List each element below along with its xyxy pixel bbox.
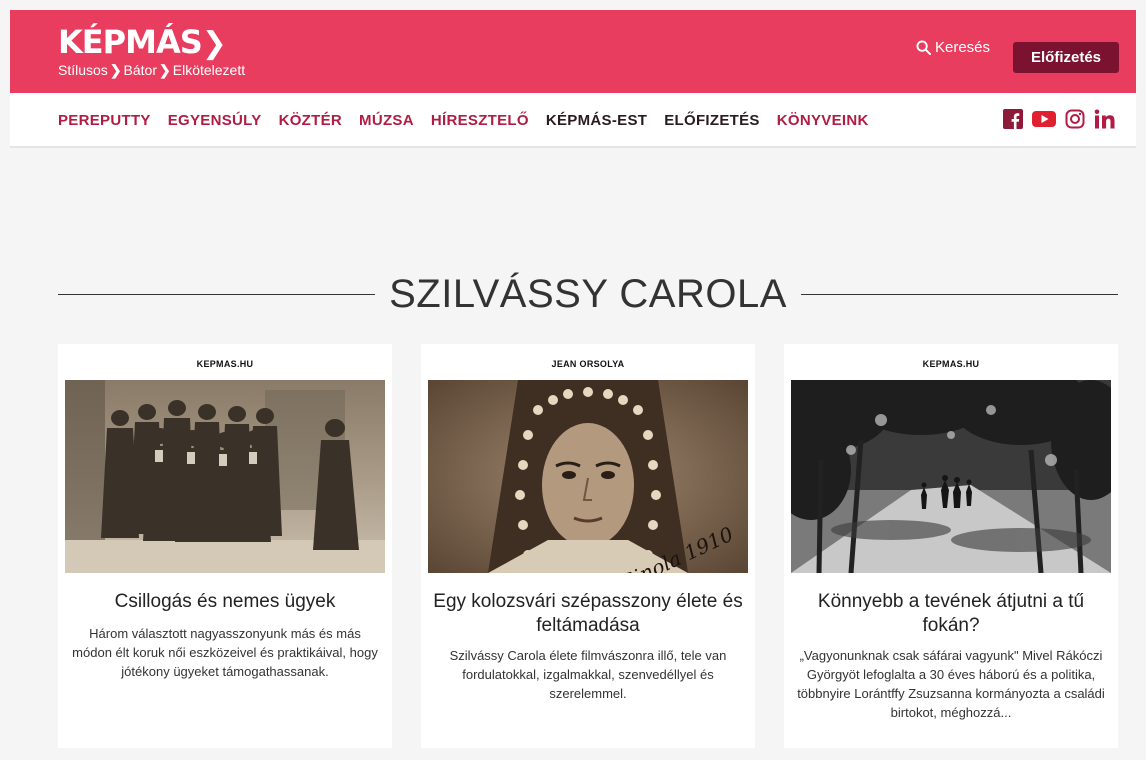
nav-item-kozter[interactable]: KÖZTÉR <box>279 112 342 129</box>
card-source: JEAN ORSOLYA <box>551 359 625 369</box>
site-logo[interactable]: KÉPMÁS❯ <box>58 25 227 61</box>
card-excerpt: Szilvássy Carola élete filmvászonra illő… <box>449 648 727 701</box>
main-navigation: PEREPUTTY EGYENSÚLY KÖZTÉR MÚZSA HÍRESZT… <box>10 93 1136 148</box>
nav-item-kepmas-est[interactable]: KÉPMÁS-EST <box>546 112 647 129</box>
card-title[interactable]: Egy kolozsvári szépasszony élete és felt… <box>433 590 743 638</box>
card-excerpt: Három választott nagyasszonyunk más és m… <box>72 626 378 679</box>
card-title[interactable]: Könnyebb a tevének átjutni a tű fokán? <box>796 590 1106 638</box>
article-card[interactable]: KEPMAS.HU <box>58 344 392 748</box>
article-card[interactable]: KEPMAS.HU <box>784 344 1118 748</box>
facebook-icon[interactable] <box>1003 109 1023 129</box>
card-image[interactable] <box>791 380 1111 573</box>
card-source: KEPMAS.HU <box>922 359 980 369</box>
nav-item-konyveink[interactable]: KÖNYVEINK <box>777 112 869 129</box>
youtube-icon[interactable] <box>1032 109 1056 129</box>
card-image[interactable] <box>65 380 385 573</box>
card-source: KEPMAS.HU <box>196 359 254 369</box>
section-title: SZILVÁSSY CAROLA <box>389 271 787 316</box>
nav-item-elofizetes[interactable]: ELŐFIZETÉS <box>664 112 760 129</box>
nav-item-hiresztelo[interactable]: HÍRESZTELŐ <box>431 112 529 129</box>
heading-divider-right <box>800 293 1119 295</box>
card-image[interactable]: Sinola 1910 <box>428 380 748 573</box>
nav-item-muzsa[interactable]: MÚZSA <box>359 112 414 129</box>
subscribe-button[interactable]: Előfizetés <box>1013 42 1119 73</box>
nav-item-egyensuly[interactable]: EGYENSÚLY <box>168 112 262 129</box>
card-title[interactable]: Csillogás és nemes ügyek <box>70 590 380 614</box>
search-button[interactable]: Keresés <box>916 39 990 56</box>
search-icon <box>916 40 931 55</box>
nav-item-pereputty[interactable]: PEREPUTTY <box>58 112 151 129</box>
section-heading: SZILVÁSSY CAROLA <box>58 268 1119 320</box>
article-card[interactable]: JEAN ORSOLYA Sinola 1910 Egy kolozsvári … <box>421 344 755 748</box>
heading-divider-left <box>58 293 376 295</box>
site-tagline: Stílusos ❯ Bátor ❯ Elkötelezett <box>58 62 246 78</box>
instagram-icon[interactable] <box>1065 109 1085 129</box>
linkedin-icon[interactable] <box>1094 109 1118 129</box>
card-excerpt: „Vagyonunknak csak sáfárai vagyunk" Mive… <box>797 648 1105 720</box>
search-label: Keresés <box>935 39 991 56</box>
social-links <box>1003 109 1118 129</box>
site-header: KÉPMÁS❯ Stílusos ❯ Bátor ❯ Elkötelezett Kere… <box>10 10 1136 93</box>
